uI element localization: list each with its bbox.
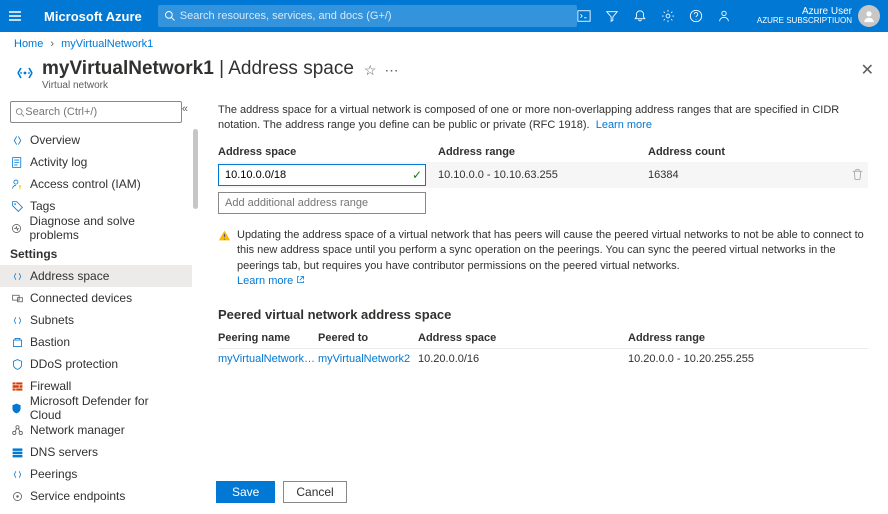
- col-peer-address-space: Address space: [418, 332, 628, 344]
- breadcrumb-resource[interactable]: myVirtualNetwork1: [61, 38, 153, 50]
- warning-banner: Updating the address space of a virtual …: [218, 228, 868, 290]
- description-text: The address space for a virtual network …: [206, 99, 868, 142]
- resource-type: Virtual network: [42, 80, 354, 91]
- filter-icon[interactable]: [605, 9, 619, 23]
- sidebar-item-private-endpoints[interactable]: Private endpoints: [0, 507, 192, 513]
- col-address-count: Address count: [648, 146, 868, 158]
- breadcrumb-home[interactable]: Home: [14, 38, 43, 50]
- subnets-icon: [10, 313, 24, 327]
- sidebar-item-iam[interactable]: Access control (IAM): [0, 173, 192, 195]
- brand-label: Microsoft Azure: [44, 9, 142, 24]
- defender-icon: [10, 401, 24, 415]
- sidebar-search-input[interactable]: [25, 106, 177, 118]
- avatar-icon: [858, 5, 880, 27]
- log-icon: [10, 155, 24, 169]
- sidebar-item-activity-log[interactable]: Activity log: [0, 151, 192, 173]
- address-space-input[interactable]: [218, 164, 426, 186]
- sidebar-item-address-space[interactable]: Address space: [0, 265, 192, 287]
- user-subscription: AZURE SUBSCRIPTIUON: [757, 17, 852, 26]
- cancel-button[interactable]: Cancel: [283, 481, 346, 503]
- scrollbar[interactable]: [192, 99, 198, 513]
- peer-address-space: 10.20.0.0/16: [418, 353, 628, 365]
- main-content: The address space for a virtual network …: [192, 99, 888, 513]
- breadcrumb: Home › myVirtualNetwork1: [0, 32, 888, 56]
- sidebar-item-connected-devices[interactable]: Connected devices: [0, 287, 192, 309]
- sidebar-item-bastion[interactable]: Bastion: [0, 331, 192, 353]
- col-address-space: Address space: [218, 146, 438, 158]
- col-address-range: Address range: [438, 146, 648, 158]
- favorite-icon[interactable]: ☆: [364, 62, 377, 79]
- network-manager-icon: [10, 423, 24, 437]
- warning-icon: [218, 229, 231, 290]
- sidebar: « Overview Activity log Access control (…: [0, 99, 192, 513]
- settings-icon[interactable]: [661, 9, 675, 23]
- private-endpoints-icon: [10, 511, 24, 513]
- col-peering-name: Peering name: [218, 332, 318, 344]
- add-address-input[interactable]: [218, 192, 426, 214]
- sidebar-item-defender[interactable]: Microsoft Defender for Cloud: [0, 397, 192, 419]
- close-icon[interactable]: ✕: [861, 60, 874, 80]
- global-search-input[interactable]: [180, 10, 571, 22]
- user-account[interactable]: Azure User AZURE SUBSCRIPTIUON: [757, 5, 880, 27]
- peer-table-header: Peering name Peered to Address space Add…: [218, 328, 868, 348]
- tag-icon: [10, 199, 24, 213]
- sidebar-search[interactable]: [10, 101, 182, 123]
- firewall-icon: [10, 379, 24, 393]
- notifications-icon[interactable]: [633, 9, 647, 23]
- delete-row-icon[interactable]: [851, 168, 864, 181]
- overview-icon: [10, 133, 24, 147]
- hamburger-icon[interactable]: [8, 9, 28, 23]
- sidebar-item-dns[interactable]: DNS servers: [0, 441, 192, 463]
- save-button[interactable]: Save: [216, 481, 275, 503]
- sidebar-section-settings: Settings: [0, 239, 192, 265]
- col-peered-to: Peered to: [318, 332, 418, 344]
- warning-learn-more-link[interactable]: Learn more: [237, 275, 305, 287]
- collapse-sidebar-icon[interactable]: «: [182, 103, 188, 115]
- address-count-value: 16384: [648, 169, 851, 181]
- page-header: myVirtualNetwork1 | Address space Virtua…: [0, 56, 888, 99]
- global-search[interactable]: [158, 5, 577, 27]
- bastion-icon: [10, 335, 24, 349]
- sidebar-item-subnets[interactable]: Subnets: [0, 309, 192, 331]
- search-icon: [15, 107, 25, 118]
- peered-to-link[interactable]: myVirtualNetwork2: [318, 353, 418, 365]
- iam-icon: [10, 177, 24, 191]
- azure-topbar: Microsoft Azure Azure User AZURE SUBSCRI…: [0, 0, 888, 32]
- peer-address-range: 10.20.0.0 - 10.20.255.255: [628, 353, 868, 365]
- peerings-icon: [10, 467, 24, 481]
- sidebar-item-ddos[interactable]: DDoS protection: [0, 353, 192, 375]
- sidebar-item-service-endpoints[interactable]: Service endpoints: [0, 485, 192, 507]
- address-row: ✓ 10.10.0.0 - 10.10.63.255 16384: [218, 162, 868, 188]
- address-table-header: Address space Address range Address coun…: [218, 142, 868, 162]
- sidebar-item-diagnose[interactable]: Diagnose and solve problems: [0, 217, 192, 239]
- dns-icon: [10, 445, 24, 459]
- sidebar-item-overview[interactable]: Overview: [0, 129, 192, 151]
- peer-name-link[interactable]: myVirtualNetwork1-my…: [218, 353, 318, 365]
- search-icon: [164, 10, 176, 22]
- cloud-shell-icon[interactable]: [577, 9, 591, 23]
- service-endpoints-icon: [10, 489, 24, 503]
- external-link-icon: [296, 275, 305, 284]
- feedback-icon[interactable]: [717, 9, 731, 23]
- address-space-icon: [10, 269, 24, 283]
- address-range-value: 10.10.0.0 - 10.10.63.255: [438, 169, 648, 181]
- valid-check-icon: ✓: [412, 168, 422, 182]
- footer-buttons: Save Cancel: [216, 481, 347, 503]
- learn-more-link[interactable]: Learn more: [596, 119, 652, 131]
- page-title: myVirtualNetwork1 | Address space: [42, 58, 354, 80]
- sidebar-item-network-manager[interactable]: Network manager: [0, 419, 192, 441]
- vnet-icon: [14, 62, 36, 84]
- diagnose-icon: [10, 221, 24, 235]
- devices-icon: [10, 291, 24, 305]
- sidebar-item-peerings[interactable]: Peerings: [0, 463, 192, 485]
- breadcrumb-separator: ›: [50, 38, 54, 50]
- peer-row: myVirtualNetwork1-my… myVirtualNetwork2 …: [218, 348, 868, 369]
- peered-section-title: Peered virtual network address space: [218, 307, 868, 322]
- shield-icon: [10, 357, 24, 371]
- more-icon[interactable]: ⋯: [384, 62, 398, 79]
- col-peer-address-range: Address range: [628, 332, 868, 344]
- help-icon[interactable]: [689, 9, 703, 23]
